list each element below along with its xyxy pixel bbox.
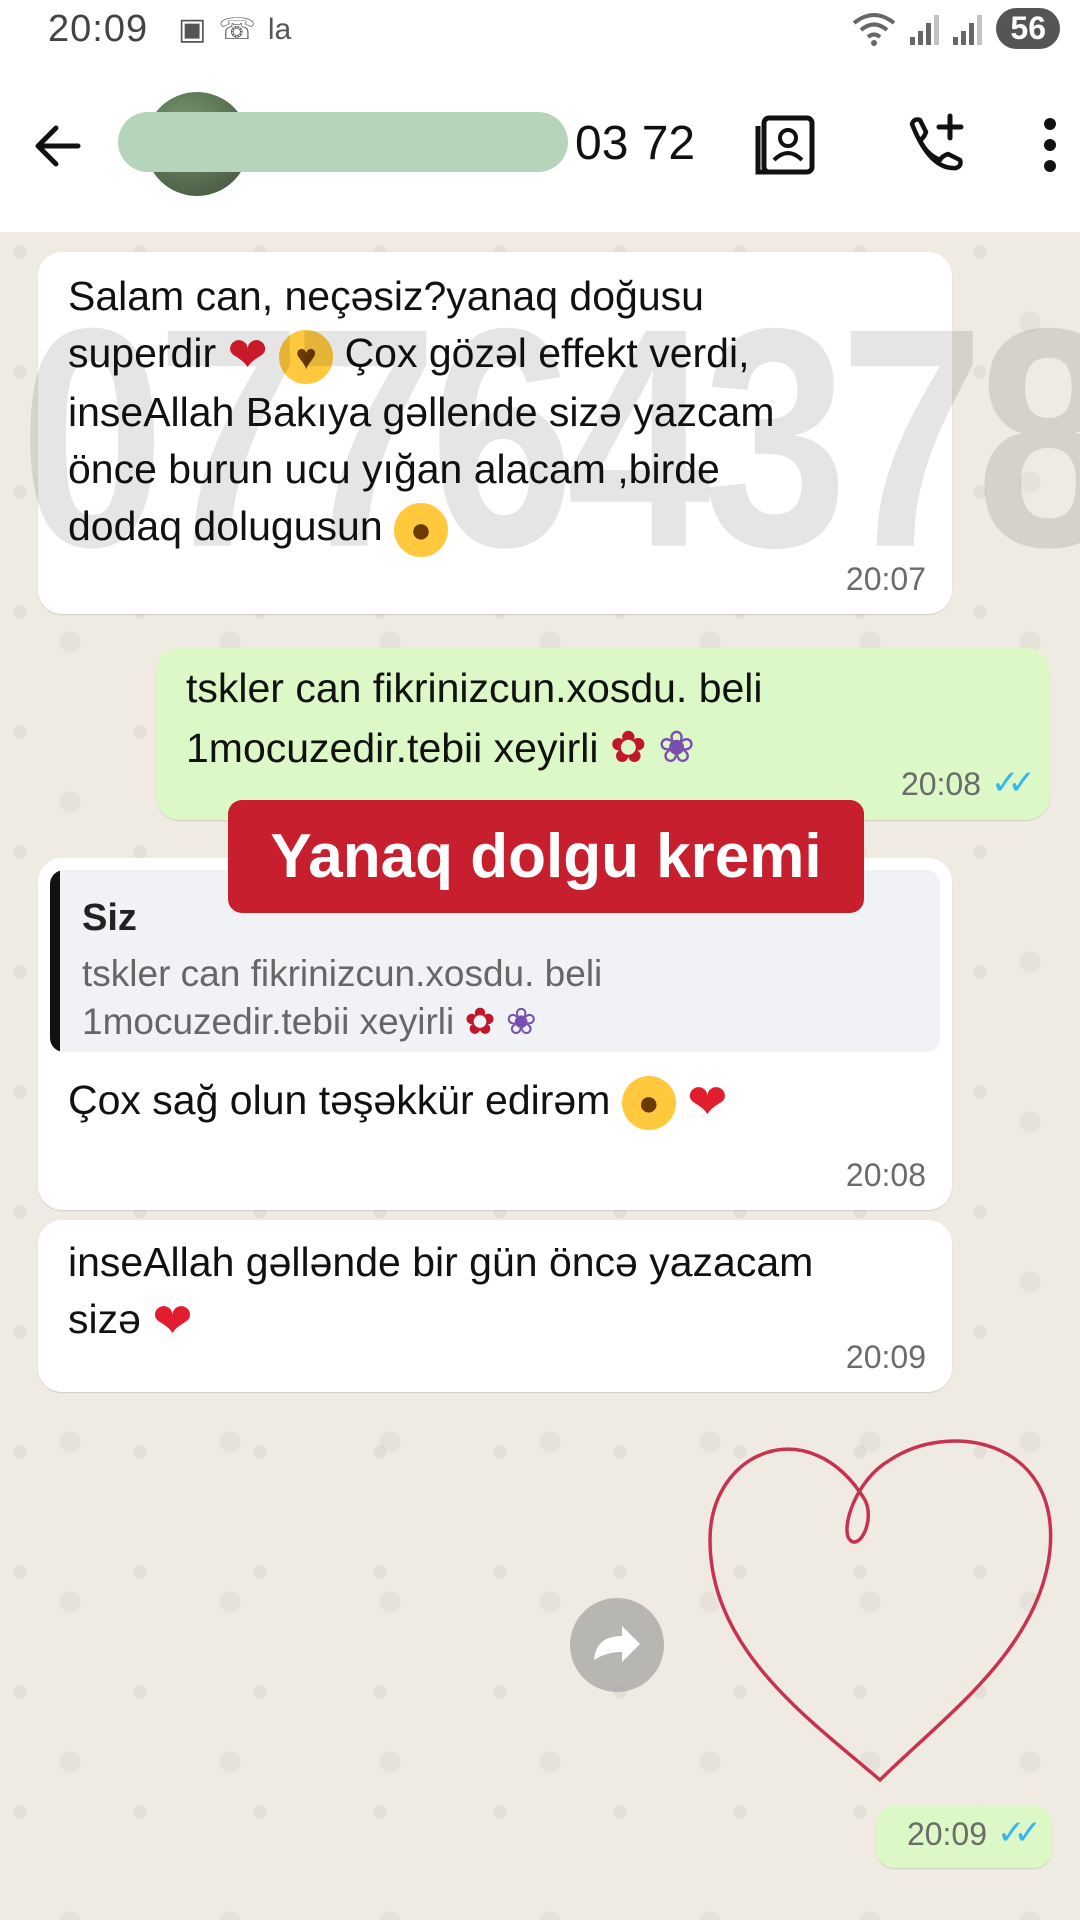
message-line: 1mocuzedir.tebii xeyirli	[186, 725, 599, 772]
contact-name-redacted[interactable]	[118, 112, 568, 172]
quote-line: 1mocuzedir.tebii xeyirli	[82, 1001, 455, 1043]
message-text: tskler can fikrinizcun.xosdu. beli 1mocu…	[186, 660, 886, 779]
chat-header: 03 72	[0, 60, 1080, 233]
wifi-icon	[853, 12, 896, 46]
rose-emoji: ✿	[464, 1001, 496, 1043]
hyacinth-emoji: ❀	[505, 1001, 537, 1043]
forward-button[interactable]	[570, 1598, 664, 1692]
quote-line: tskler can fikrinizcun.xosdu. beli	[82, 953, 603, 994]
battery-indicator: 56	[996, 8, 1060, 49]
message-text: Çox sağ olun təşəkkür edirəm ● ❤	[68, 1072, 908, 1131]
status-bar: 20:09 ▣ ☏ la 56	[0, 0, 1080, 60]
message-time: 20:08	[845, 1157, 926, 1194]
signal-icon	[910, 13, 940, 45]
promo-banner: Yanaq dolgu kremi	[228, 800, 864, 913]
read-ticks-icon: ✓✓	[991, 764, 1036, 803]
message-time: 20:09	[906, 1815, 988, 1852]
read-ticks-icon: ✓✓	[997, 1814, 1042, 1853]
message-line: Çox sağ olun təşəkkür edirəm	[68, 1077, 611, 1123]
red-heart-emoji: ❤	[152, 1295, 193, 1349]
message-meta: 20:09	[846, 1335, 926, 1380]
sticker-meta-bubble: 20:09 ✓✓	[876, 1806, 1052, 1868]
message-text: inseAllah gəllənde bir gün öncə yazacam …	[68, 1234, 928, 1349]
message-time: 20:09	[845, 1339, 926, 1376]
message-meta: 20:08	[846, 1153, 926, 1198]
watermark: 0776437811	[20, 264, 1080, 613]
screenshot-icon: ▣	[178, 13, 207, 46]
message-line: tskler can fikrinizcun.xosdu. beli	[186, 665, 763, 711]
message-meta: 20:08 ✓✓	[900, 760, 1036, 808]
status-right: 56	[852, 8, 1060, 49]
message-meta: 20:09 ✓✓	[906, 1810, 1042, 1858]
quote-author: Siz	[82, 897, 137, 939]
whatsapp-icon: ☏	[218, 13, 256, 46]
contact-card-icon[interactable]	[752, 110, 822, 180]
status-left-icons: ▣ ☏ la	[178, 10, 291, 50]
heart-sticker[interactable]	[690, 1420, 1070, 1800]
message-bubble-outgoing[interactable]: tskler can fikrinizcun.xosdu. beli 1mocu…	[156, 648, 1050, 820]
status-time: 20:09	[48, 8, 149, 50]
red-heart-emoji: ❤	[687, 1076, 728, 1130]
message-bubble[interactable]: inseAllah gəllənde bir gün öncə yazacam …	[38, 1220, 952, 1392]
forward-icon	[594, 1626, 640, 1662]
add-call-icon[interactable]	[900, 110, 970, 180]
signal-icon-2	[953, 13, 983, 45]
back-arrow-icon[interactable]	[28, 116, 88, 176]
quote-bar	[50, 870, 60, 1052]
hyacinth-emoji: ❀	[658, 723, 696, 773]
status-la-text: la	[267, 13, 292, 46]
more-vert-icon[interactable]	[1030, 110, 1070, 180]
quote-text: tskler can fikrinizcun.xosdu. beli 1mocu…	[82, 950, 902, 1046]
rose-emoji: ✿	[609, 723, 647, 773]
message-time: 20:08	[900, 765, 982, 802]
message-line: inseAllah gəllənde bir gün öncə yazacam	[68, 1239, 814, 1285]
kiss-face-emoji: ●	[621, 1076, 676, 1131]
message-line: sizə	[68, 1296, 141, 1343]
contact-number[interactable]: 03 72	[575, 116, 695, 171]
